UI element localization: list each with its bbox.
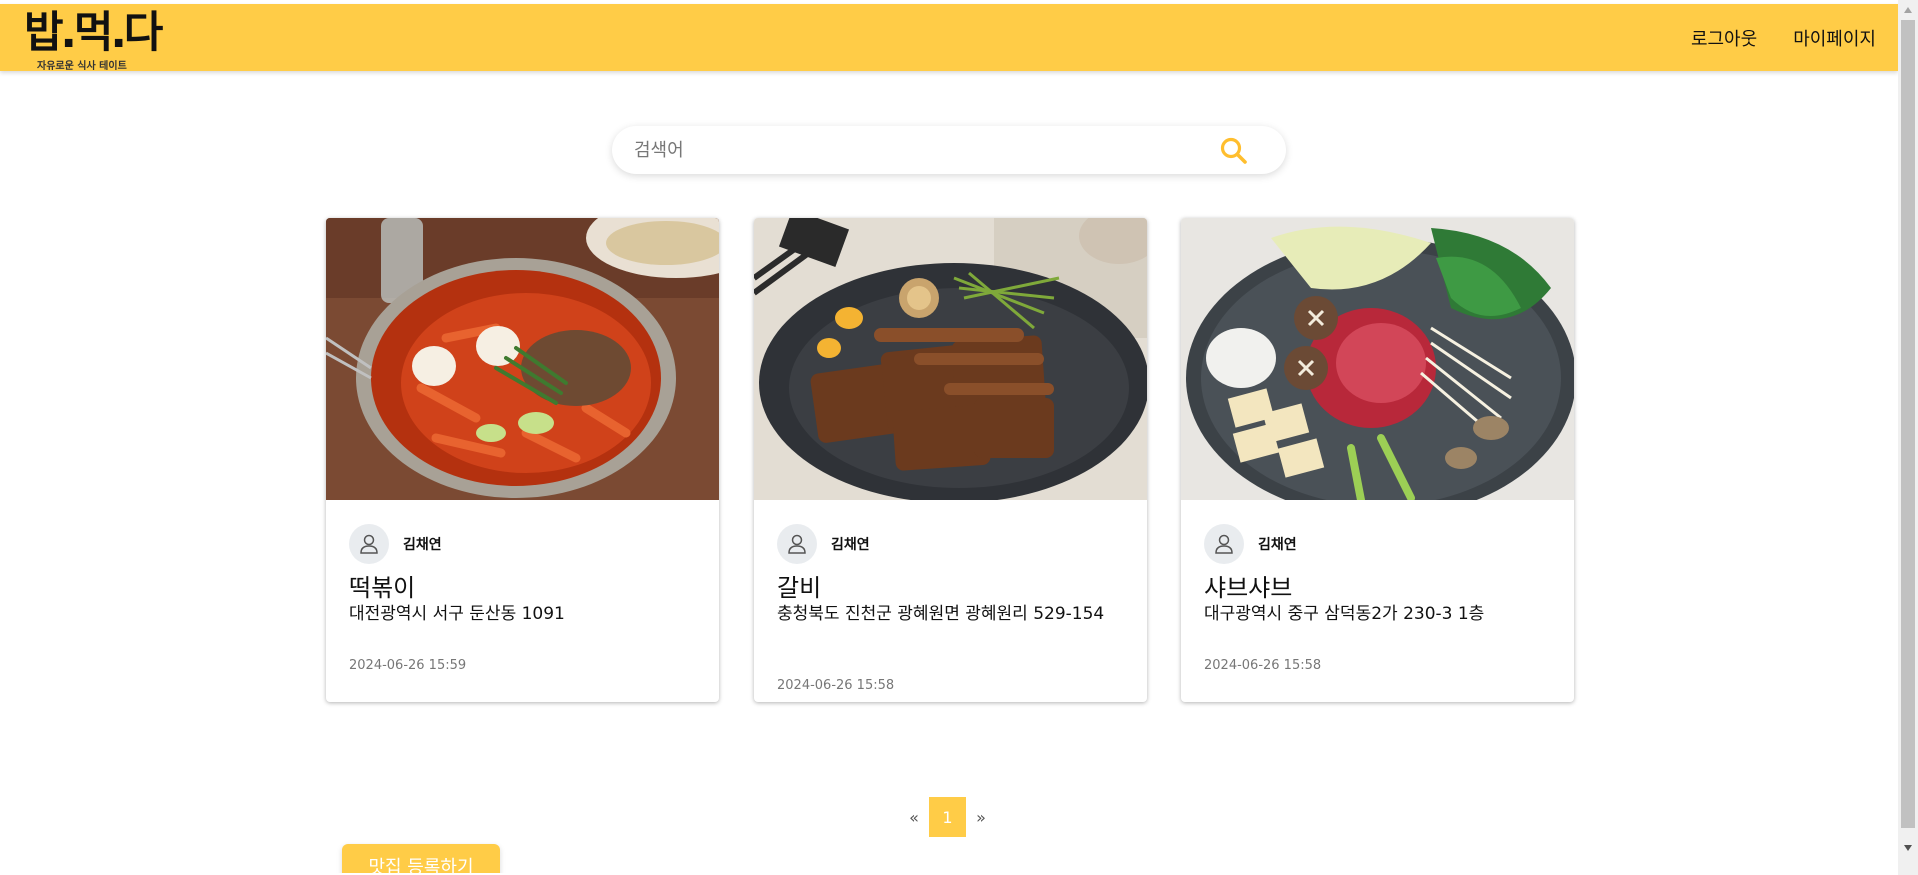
- card-address: 충청북도 진천군 광혜원면 광혜원리 529-154: [777, 604, 1105, 624]
- author-name: 김채연: [403, 537, 442, 553]
- page: 밥.먹.다 자유로운 식사 테이트 로그아웃 마이페이지 검색어 김채연 떡볶이…: [0, 0, 1898, 873]
- food-image-galbi: [754, 218, 1147, 500]
- logo-title: 밥.먹.다: [24, 8, 163, 58]
- next-page-button[interactable]: »: [970, 808, 992, 827]
- user-avatar-icon: [777, 524, 817, 564]
- register-restaurant-button[interactable]: 맛집 등록하기: [342, 844, 500, 873]
- card-title: 샤브샤브: [1204, 574, 1293, 602]
- card-title: 떡볶이: [349, 574, 416, 602]
- card-author: 김채연: [777, 524, 870, 564]
- header-bar: 밥.먹.다 자유로운 식사 테이트 로그아웃 마이페이지: [0, 4, 1898, 72]
- user-avatar-icon: [349, 524, 389, 564]
- card-title: 갈비: [777, 574, 822, 602]
- card-author: 김채연: [1204, 524, 1297, 564]
- card-address: 대전광역시 서구 둔산동 1091: [349, 604, 565, 624]
- prev-page-button[interactable]: «: [903, 808, 925, 827]
- search-icon[interactable]: [1218, 135, 1250, 167]
- search-input[interactable]: [634, 126, 1194, 174]
- card-date: 2024-06-26 15:58: [777, 678, 895, 693]
- top-nav: 로그아웃 마이페이지: [1691, 4, 1876, 71]
- scroll-down-icon[interactable]: [1898, 839, 1918, 856]
- vertical-scrollbar[interactable]: [1898, 0, 1918, 875]
- scrollbar-thumb[interactable]: [1901, 20, 1915, 828]
- mypage-link[interactable]: 마이페이지: [1793, 25, 1876, 51]
- logo[interactable]: 밥.먹.다 자유로운 식사 테이트: [24, 10, 163, 72]
- user-avatar-icon: [1204, 524, 1244, 564]
- restaurant-card[interactable]: 김채연 갈비 충청북도 진천군 광혜원면 광혜원리 529-154 2024-0…: [754, 218, 1147, 702]
- food-image-shabu-shabu: [1181, 218, 1574, 500]
- author-name: 김채연: [1258, 537, 1297, 553]
- card-date: 2024-06-26 15:58: [1204, 658, 1322, 673]
- page-1-button[interactable]: 1: [929, 797, 966, 837]
- restaurant-card[interactable]: 김채연 떡볶이 대전광역시 서구 둔산동 1091 2024-06-26 15:…: [326, 218, 719, 702]
- pagination: « 1 »: [903, 797, 992, 837]
- card-date: 2024-06-26 15:59: [349, 658, 467, 673]
- card-author: 김채연: [349, 524, 442, 564]
- scroll-up-icon[interactable]: [1898, 1, 1918, 18]
- author-name: 김채연: [831, 537, 870, 553]
- restaurant-card[interactable]: 김채연 샤브샤브 대구광역시 중구 삼덕동2가 230-3 1층 2024-06…: [1181, 218, 1574, 702]
- search-bar: [612, 126, 1286, 174]
- logo-subtitle: 자유로운 식사 테이트: [37, 61, 127, 72]
- card-address: 대구광역시 중구 삼덕동2가 230-3 1층: [1204, 604, 1485, 624]
- food-image-tteokbokki: [326, 218, 719, 500]
- logout-link[interactable]: 로그아웃: [1691, 25, 1757, 51]
